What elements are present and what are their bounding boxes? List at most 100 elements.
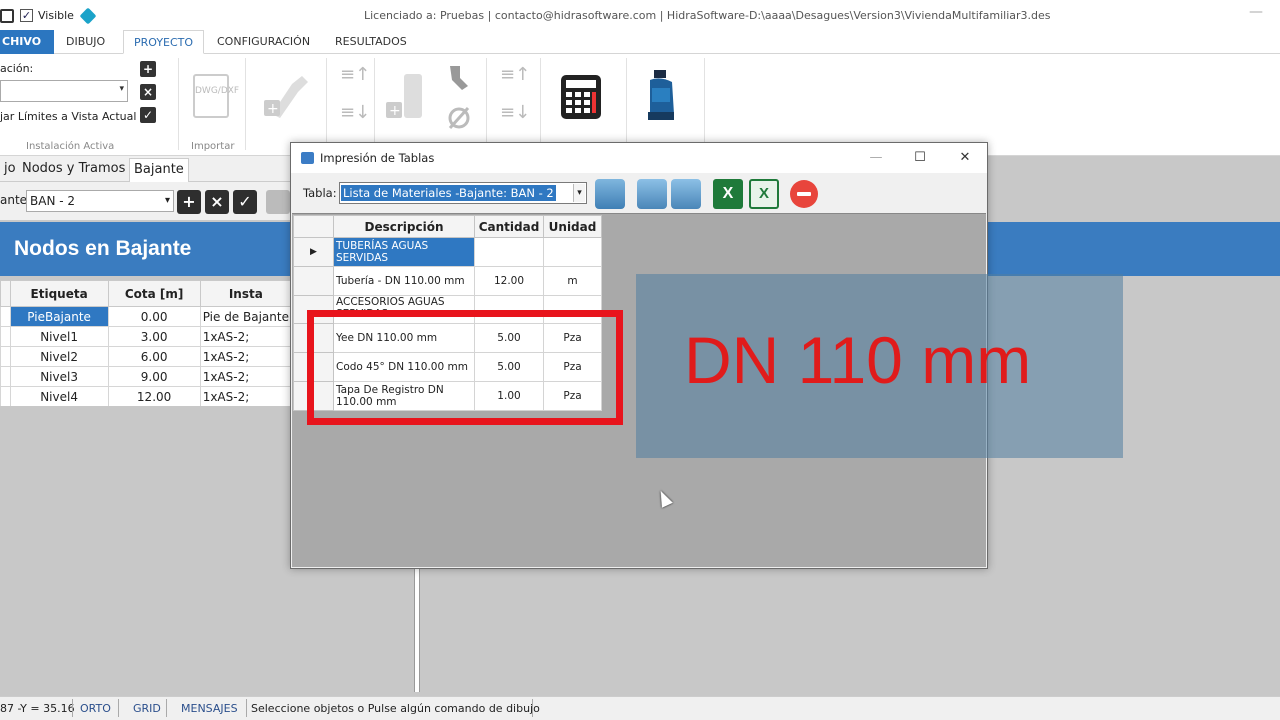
tab-bajante[interactable]: Bajante: [129, 158, 189, 182]
table-cell[interactable]: 12.00: [474, 266, 544, 296]
table-icon: [301, 152, 314, 164]
ajustar-limites-label: jar Límites a Vista Actual: [0, 110, 137, 123]
excel-open-icon[interactable]: X: [749, 179, 779, 209]
grid-cell[interactable]: 12.00: [107, 386, 201, 407]
orto-toggle[interactable]: ORTO: [80, 702, 111, 715]
grid-header[interactable]: Cota [m]: [107, 280, 201, 307]
tab-archivo[interactable]: CHIVO: [0, 30, 54, 54]
tab-resultados[interactable]: RESULTADOS: [325, 30, 417, 54]
table-cell[interactable]: m: [543, 266, 602, 296]
dialog-minimize-button[interactable]: —: [861, 147, 891, 169]
grid-cell[interactable]: Nivel2: [9, 346, 109, 367]
table-cell[interactable]: [474, 237, 544, 267]
tab-nodos-tramos[interactable]: Nodos y Tramos: [18, 158, 129, 182]
print-setup-icon[interactable]: [595, 179, 625, 209]
add-icon[interactable]: +: [140, 61, 156, 77]
grid-cell[interactable]: 1xAS-2;: [199, 346, 293, 367]
table-row[interactable]: Tubería - DN 110.00 mm 12.00 m: [293, 266, 602, 296]
table-row[interactable]: PieBajante 0.00 Pie de Bajante: [0, 306, 293, 327]
tab-proyecto[interactable]: PROYECTO: [123, 30, 205, 54]
mensajes-toggle[interactable]: MENSAJES: [181, 702, 238, 715]
dialog-close-button[interactable]: ✕: [950, 147, 980, 169]
print-icon[interactable]: [671, 179, 701, 209]
row-header: [293, 266, 334, 296]
grid-cell[interactable]: Nivel3: [9, 366, 109, 387]
column-header[interactable]: Descripción: [333, 215, 475, 238]
splitter[interactable]: [414, 560, 420, 692]
instalacion-combo[interactable]: [0, 80, 128, 102]
pipe-tee-icon[interactable]: +: [262, 70, 310, 120]
quick-access-icon[interactable]: [0, 9, 14, 23]
row-header: [0, 306, 11, 327]
pipe-tool-icon[interactable]: [266, 190, 290, 214]
sort-up-icon[interactable]: ≡↑: [500, 64, 530, 85]
table-cell[interactable]: TUBERÍAS AGUAS SERVIDAS: [333, 237, 475, 267]
table-cell[interactable]: Tubería - DN 110.00 mm: [333, 266, 475, 296]
column-header[interactable]: Cantidad: [474, 215, 544, 238]
tab-configuracion[interactable]: CONFIGURACIÓN: [207, 30, 320, 54]
grid-cell[interactable]: PieBajante: [9, 306, 109, 327]
grid-cell[interactable]: 6.00: [107, 346, 201, 367]
row-header: [0, 386, 11, 407]
delete-bajante-button[interactable]: ×: [205, 190, 229, 214]
grid-cell[interactable]: Nivel1: [9, 326, 109, 347]
table-row[interactable]: Nivel4 12.00 1xAS-2;: [0, 386, 293, 407]
grid-header[interactable]: Insta: [199, 280, 293, 307]
dialog-title-bar: Impresión de Tablas — ☐ ✕: [291, 143, 987, 173]
sort-up-icon[interactable]: ≡↑: [340, 64, 370, 85]
sort-down-icon[interactable]: ≡↓: [500, 102, 530, 123]
chevron-down-icon[interactable]: ▾: [573, 184, 585, 202]
ribbon-separator: [540, 58, 541, 150]
pump-icon[interactable]: [644, 68, 680, 129]
grid-cell[interactable]: Nivel4: [9, 386, 109, 407]
tabla-select[interactable]: Lista de Materiales -Bajante: BAN - 2 ▾: [339, 182, 587, 204]
table-corner: [293, 215, 334, 238]
grid-cell[interactable]: 3.00: [107, 326, 201, 347]
close-stop-icon[interactable]: [790, 180, 818, 208]
elbow-icon[interactable]: [446, 62, 472, 95]
minimize-button[interactable]: —: [1246, 4, 1266, 24]
grid-header[interactable]: Etiqueta: [9, 280, 109, 307]
table-cell[interactable]: [543, 237, 602, 267]
dialog-maximize-button[interactable]: ☐: [905, 147, 935, 169]
grid-cell[interactable]: 0.00: [107, 306, 201, 327]
grid-cell[interactable]: 1xAS-2;: [199, 366, 293, 387]
ribbon-separator: [326, 58, 327, 150]
column-header[interactable]: Unidad: [543, 215, 602, 238]
visible-checkbox[interactable]: ✓: [20, 9, 33, 22]
table-row[interactable]: ▶ TUBERÍAS AGUAS SERVIDAS: [293, 237, 602, 267]
group-instalacion-label: Instalación Activa: [26, 141, 115, 152]
grid-toggle[interactable]: GRID: [133, 702, 161, 715]
check-icon[interactable]: ✓: [140, 107, 156, 123]
calculator-icon[interactable]: [560, 74, 602, 123]
cube-icon[interactable]: [79, 7, 97, 25]
grid-cell[interactable]: Pie de Bajante: [199, 306, 293, 327]
accept-bajante-button[interactable]: ✓: [233, 190, 257, 214]
close-icon[interactable]: ×: [140, 84, 156, 100]
table-row[interactable]: Nivel3 9.00 1xAS-2;: [0, 366, 293, 387]
status-divider: [532, 699, 533, 717]
tab-dibujo[interactable]: DIBUJO: [56, 30, 115, 54]
subtabs-bar: jo Nodos y Tramos Bajante: [0, 156, 292, 182]
grid-cell[interactable]: 1xAS-2;: [199, 386, 293, 407]
grid-cell[interactable]: 1xAS-2;: [199, 326, 293, 347]
ribbon-separator: [486, 58, 487, 150]
grid-cell[interactable]: 9.00: [107, 366, 201, 387]
tab-dibujo-partial[interactable]: jo: [0, 158, 20, 182]
table-row[interactable]: Nivel2 6.00 1xAS-2;: [0, 346, 293, 367]
dwg-dxf-icon[interactable]: DWG/DXF: [193, 74, 239, 118]
unlink-icon[interactable]: [446, 104, 472, 135]
group-importar-label: Importar: [191, 141, 235, 152]
excel-export-icon[interactable]: X: [713, 179, 743, 209]
pipe-icon[interactable]: +: [384, 72, 428, 125]
status-message: Seleccione objetos o Pulse algún comando…: [251, 702, 540, 715]
sort-down-icon[interactable]: ≡↓: [340, 102, 370, 123]
visible-label: Visible: [38, 9, 74, 22]
row-header: [0, 366, 11, 387]
add-bajante-button[interactable]: +: [177, 190, 201, 214]
status-divider: [72, 699, 73, 717]
table-row[interactable]: Nivel1 3.00 1xAS-2;: [0, 326, 293, 347]
bajante-combo[interactable]: BAN - 2: [26, 190, 174, 212]
print-preview-icon[interactable]: [637, 179, 667, 209]
status-divider: [166, 699, 167, 717]
